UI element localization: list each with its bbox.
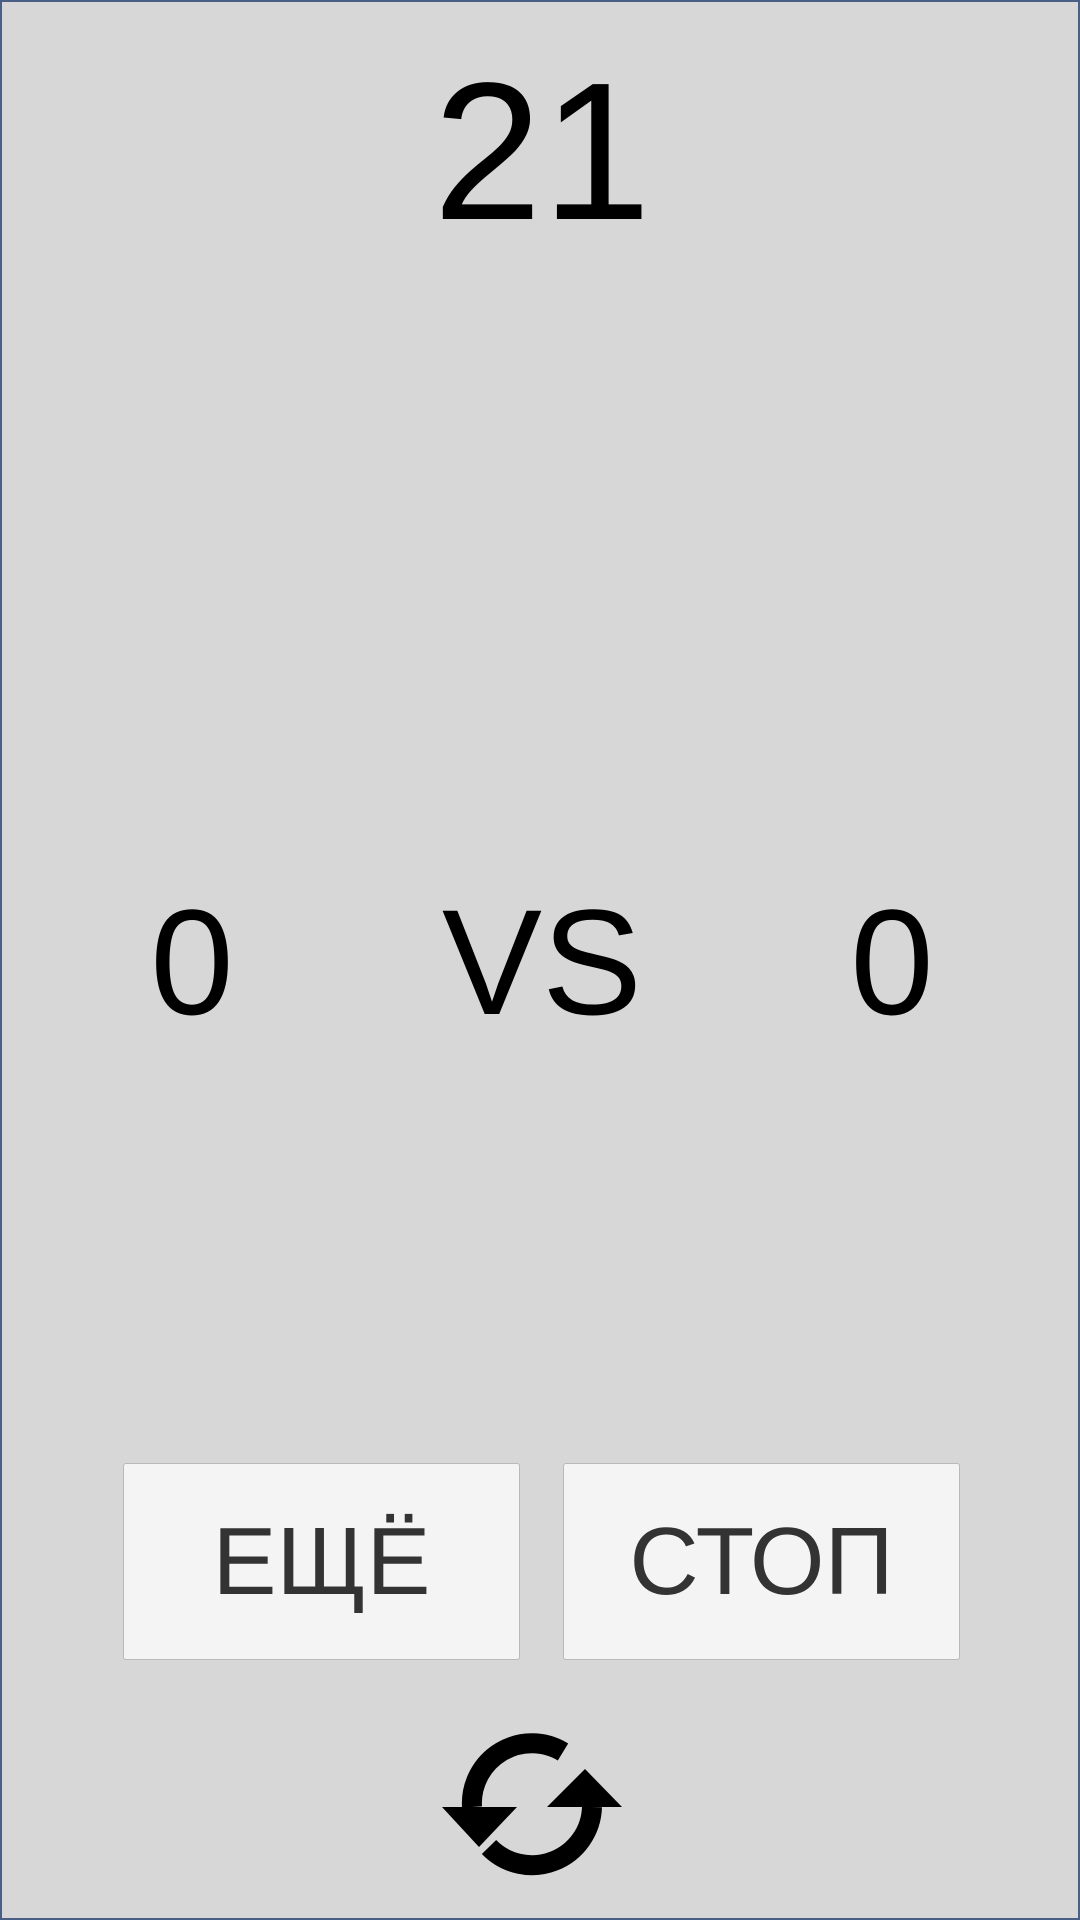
game-screen: 21 0 VS 0 ЕЩЁ СТОП xyxy=(0,0,1080,1920)
more-button[interactable]: ЕЩЁ xyxy=(123,1463,520,1660)
player-score: 0 xyxy=(150,878,234,1046)
refresh-icon[interactable] xyxy=(437,1722,647,1892)
opponent-score: 0 xyxy=(850,878,934,1046)
versus-label: VS xyxy=(441,878,643,1046)
stop-button[interactable]: СТОП xyxy=(563,1463,960,1660)
target-score: 21 xyxy=(432,42,651,261)
